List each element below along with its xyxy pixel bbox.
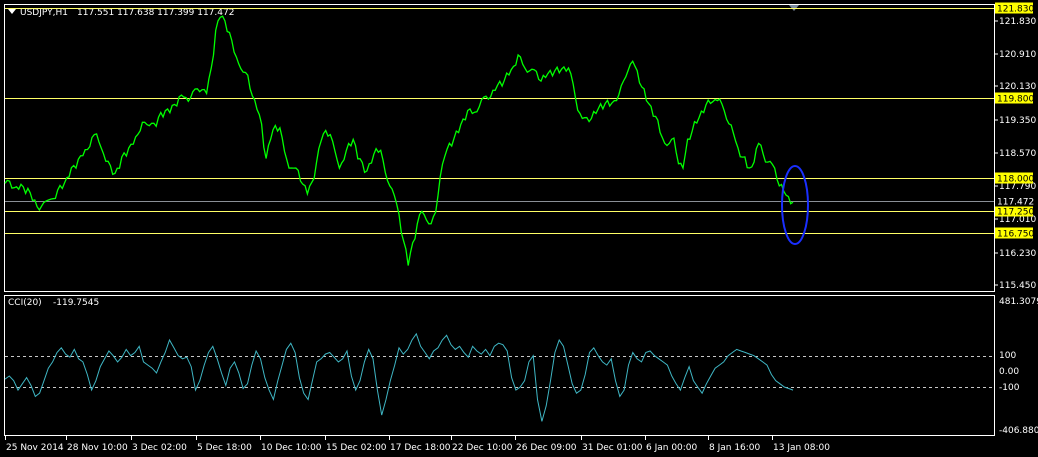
cci-tick-label: 100 xyxy=(999,351,1016,361)
level-tag-label: 116.750 xyxy=(997,230,1034,240)
symbol-timeframe: USDJPY,H1 xyxy=(20,8,68,18)
cci-tick-label: 481.3079 xyxy=(999,297,1038,307)
time-tick-label: 17 Dec 18:00 xyxy=(390,443,451,453)
time-tick-label: 13 Jan 08:00 xyxy=(773,443,830,453)
time-tick-label: 26 Dec 09:00 xyxy=(516,443,577,453)
time-tick-label: 5 Dec 18:00 xyxy=(197,443,252,453)
level-tag-label: 117.250 xyxy=(997,208,1034,218)
current-price-label: 117.472 xyxy=(997,198,1034,208)
chart-root: USDJPY,H1 117.551 117.638 117.399 117.47… xyxy=(0,0,1038,457)
price-tick-label: 115.450 xyxy=(999,281,1036,291)
time-tick-label: 3 Dec 02:00 xyxy=(132,443,187,453)
time-tick-label: 15 Dec 02:00 xyxy=(326,443,387,453)
time-tick-label: 22 Dec 10:00 xyxy=(452,443,513,453)
price-tick-label: 116.230 xyxy=(999,249,1036,259)
price-tick-label: 118.570 xyxy=(999,149,1036,159)
level-tag-label: 118.000 xyxy=(997,175,1034,185)
price-tick-label: 120.130 xyxy=(999,82,1036,92)
time-tick-label: 28 Nov 10:00 xyxy=(67,443,128,453)
level-tag-label: 121.830 xyxy=(997,5,1034,15)
cci-tick-label: -100 xyxy=(999,383,1020,393)
cci-indicator-name: CCI(20) xyxy=(8,298,42,308)
time-tick-label: 25 Nov 2014 xyxy=(6,443,64,453)
time-tick-label: 31 Dec 01:00 xyxy=(582,443,643,453)
cci-tick-label: -406.8805 xyxy=(999,426,1038,436)
cci-tick-label: 0.00 xyxy=(999,367,1019,377)
cci-indicator-value: -119.7545 xyxy=(53,298,99,308)
price-tick-label: 120.910 xyxy=(999,50,1036,60)
price-tick-label: 119.350 xyxy=(999,116,1036,126)
time-tick-label: 6 Jan 00:00 xyxy=(646,443,698,453)
ohlc-values: 117.551 117.638 117.399 117.472 xyxy=(77,8,234,18)
price-axis: 121.830120.910120.130119.350118.570117.7… xyxy=(994,17,1036,291)
time-tick-label: 8 Jan 16:00 xyxy=(709,443,761,453)
time-tick-label: 10 Dec 10:00 xyxy=(261,443,322,453)
price-tick-label: 121.830 xyxy=(999,17,1036,27)
level-tag-label: 119.800 xyxy=(997,95,1034,105)
